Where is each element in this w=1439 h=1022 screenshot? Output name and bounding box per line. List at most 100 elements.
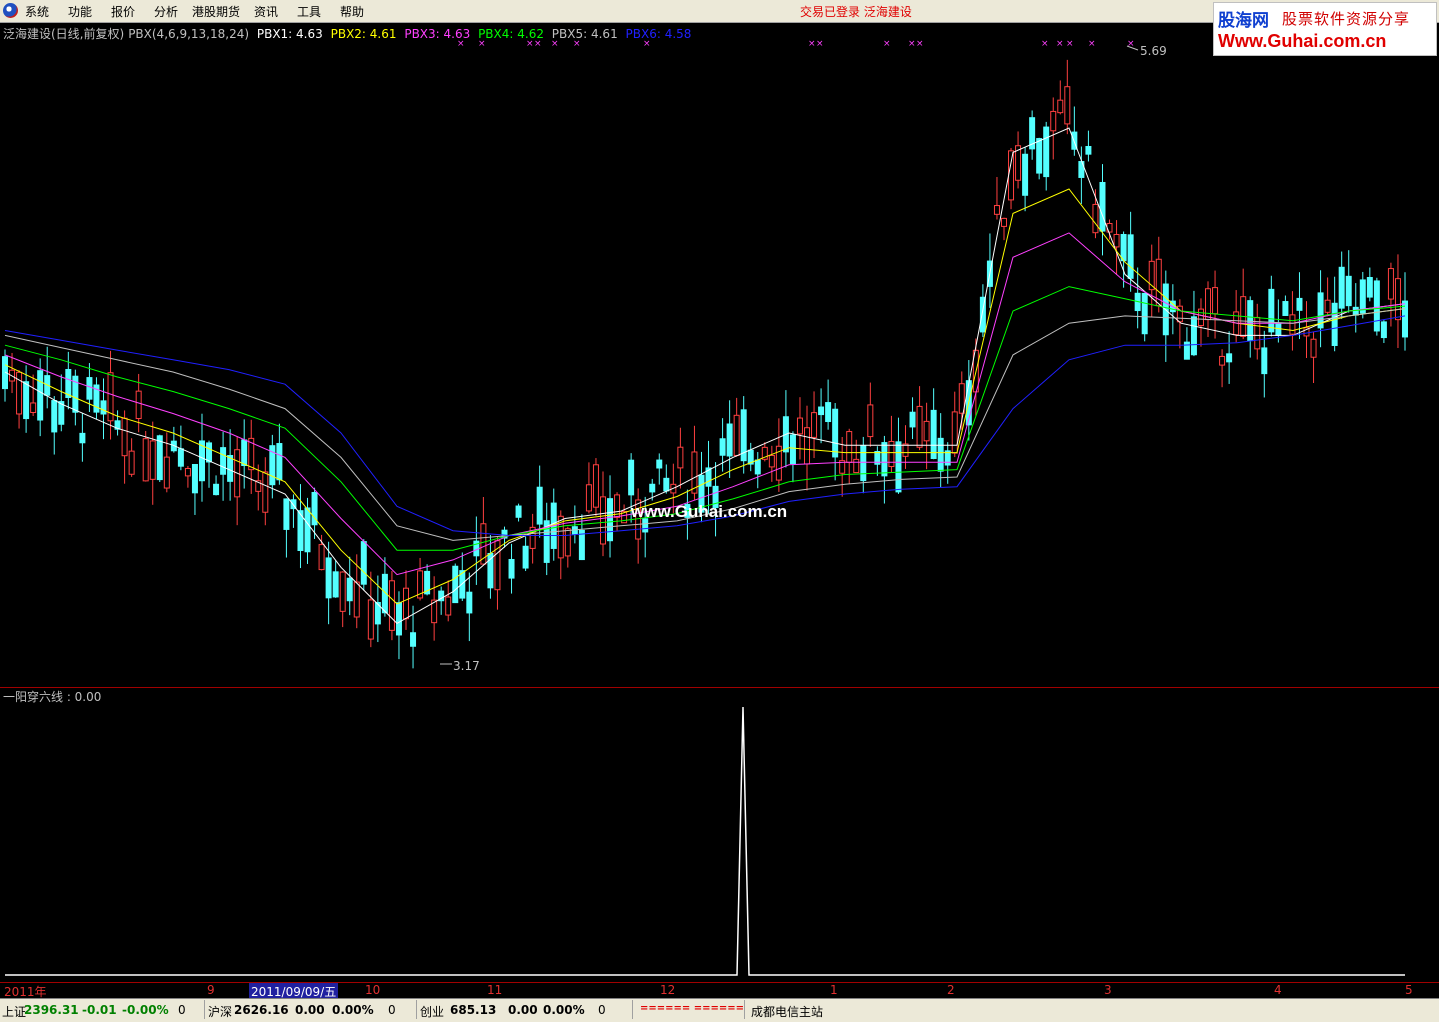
axis-label-5: 5 xyxy=(1405,983,1413,997)
candle-up xyxy=(916,405,923,448)
candle-down xyxy=(1359,279,1366,314)
signal-mark: × xyxy=(457,39,465,49)
candle-down xyxy=(881,442,888,477)
candle-up xyxy=(149,440,156,480)
signal-mark: × xyxy=(526,39,534,49)
candle-down xyxy=(304,507,311,553)
candle-down xyxy=(332,571,339,598)
candle-up xyxy=(142,438,149,482)
candle-up xyxy=(388,580,395,631)
candle-down xyxy=(1190,316,1197,356)
candle-up xyxy=(1289,314,1296,335)
candle-up xyxy=(184,468,191,477)
server-name[interactable]: 成都电信主站 xyxy=(751,1003,823,1020)
candle-down xyxy=(578,529,585,561)
candle-down xyxy=(937,437,944,472)
candle-down xyxy=(395,602,402,636)
hs-index-vol: 0 xyxy=(388,1003,396,1017)
signal-mark: × xyxy=(643,39,651,49)
candle-up xyxy=(121,417,128,457)
candle-down xyxy=(1366,277,1373,298)
candle-up xyxy=(1324,299,1331,313)
signal-mark: × xyxy=(1088,39,1096,49)
candle-down xyxy=(860,445,867,482)
cy-index-value: 685.13 xyxy=(450,1003,497,1017)
candle-up xyxy=(128,450,135,475)
candle-down xyxy=(930,409,937,460)
signal-mark: × xyxy=(883,39,891,49)
candle-down xyxy=(37,370,44,421)
cy-index-pct: 0.00% xyxy=(543,1003,585,1017)
candle-down xyxy=(754,459,761,475)
candle-up xyxy=(135,390,142,420)
status-separator xyxy=(744,1000,745,1019)
signal-mark: × xyxy=(478,39,486,49)
hs-index-name[interactable]: 沪深 xyxy=(208,1003,232,1020)
candle-up xyxy=(585,484,592,512)
candle-up xyxy=(445,596,452,616)
ma-lines xyxy=(4,127,1406,625)
ma-line-pbx3 xyxy=(4,232,1406,576)
candle-down xyxy=(206,442,213,463)
candle-up xyxy=(923,420,930,442)
candle-up xyxy=(1008,150,1015,201)
hs-index-value: 2626.16 xyxy=(234,1003,289,1017)
candle-up xyxy=(599,496,606,545)
candle-down xyxy=(818,406,825,416)
candle-up xyxy=(796,417,803,435)
candle-up xyxy=(993,205,1000,215)
candle-down xyxy=(726,423,733,457)
candle-down xyxy=(1373,280,1380,332)
signal-mark: × xyxy=(1056,39,1064,49)
candle-down xyxy=(1261,347,1268,375)
status-separator xyxy=(204,1000,205,1019)
axis-label-11: 11 xyxy=(487,983,503,997)
candle-up xyxy=(1057,99,1064,114)
candle-down xyxy=(156,435,163,481)
sh-index-name[interactable]: 上证 xyxy=(2,1003,26,1020)
candle-up xyxy=(353,581,360,618)
candle-up xyxy=(1197,308,1204,327)
hs-index-pct: 0.00% xyxy=(332,1003,374,1017)
candle-down xyxy=(220,447,227,475)
candle-down xyxy=(607,498,614,542)
axis-label-4: 4 xyxy=(1274,983,1282,997)
sh-index-change: -0.01 xyxy=(82,1003,117,1017)
signal-line xyxy=(5,706,1405,976)
signal-mark: × xyxy=(1066,39,1074,49)
candle-down xyxy=(276,443,283,481)
candle-up xyxy=(30,402,37,413)
axis-label-2: 2 xyxy=(947,983,955,997)
candle-up xyxy=(951,411,958,454)
candle-up xyxy=(804,427,811,465)
candle-up xyxy=(733,414,740,456)
candle-up xyxy=(1106,223,1113,233)
low-price-label: 3.17 xyxy=(453,659,480,673)
signal-mark: × xyxy=(573,39,581,49)
candle-up xyxy=(902,443,909,457)
candle-down xyxy=(283,498,290,530)
candle-up xyxy=(592,464,599,508)
candle-down xyxy=(1120,234,1127,262)
cy-index-name[interactable]: 创业 xyxy=(420,1003,444,1020)
candle-up xyxy=(1310,338,1317,358)
candle-down xyxy=(1022,153,1029,196)
candle-down xyxy=(79,432,86,444)
candle-down xyxy=(1268,288,1275,333)
candle-up xyxy=(1113,233,1120,248)
candle-up xyxy=(1000,217,1007,227)
candle-down xyxy=(452,565,459,604)
kline-chart[interactable]: × × × × × × × × × × × × × × × × × 5.69 3.17 xyxy=(0,0,1439,982)
candle-up xyxy=(846,431,853,463)
candle-down xyxy=(23,381,30,420)
candle-up xyxy=(1050,110,1057,132)
candle-down xyxy=(628,459,635,496)
candle-down xyxy=(825,402,832,423)
candle-up xyxy=(1387,268,1394,300)
candle-up xyxy=(768,454,775,468)
candle-up xyxy=(677,446,684,469)
candle-up xyxy=(163,456,170,489)
candle-down xyxy=(1099,181,1106,232)
cy-index-vol: 0 xyxy=(598,1003,606,1017)
candle-up xyxy=(367,599,374,640)
